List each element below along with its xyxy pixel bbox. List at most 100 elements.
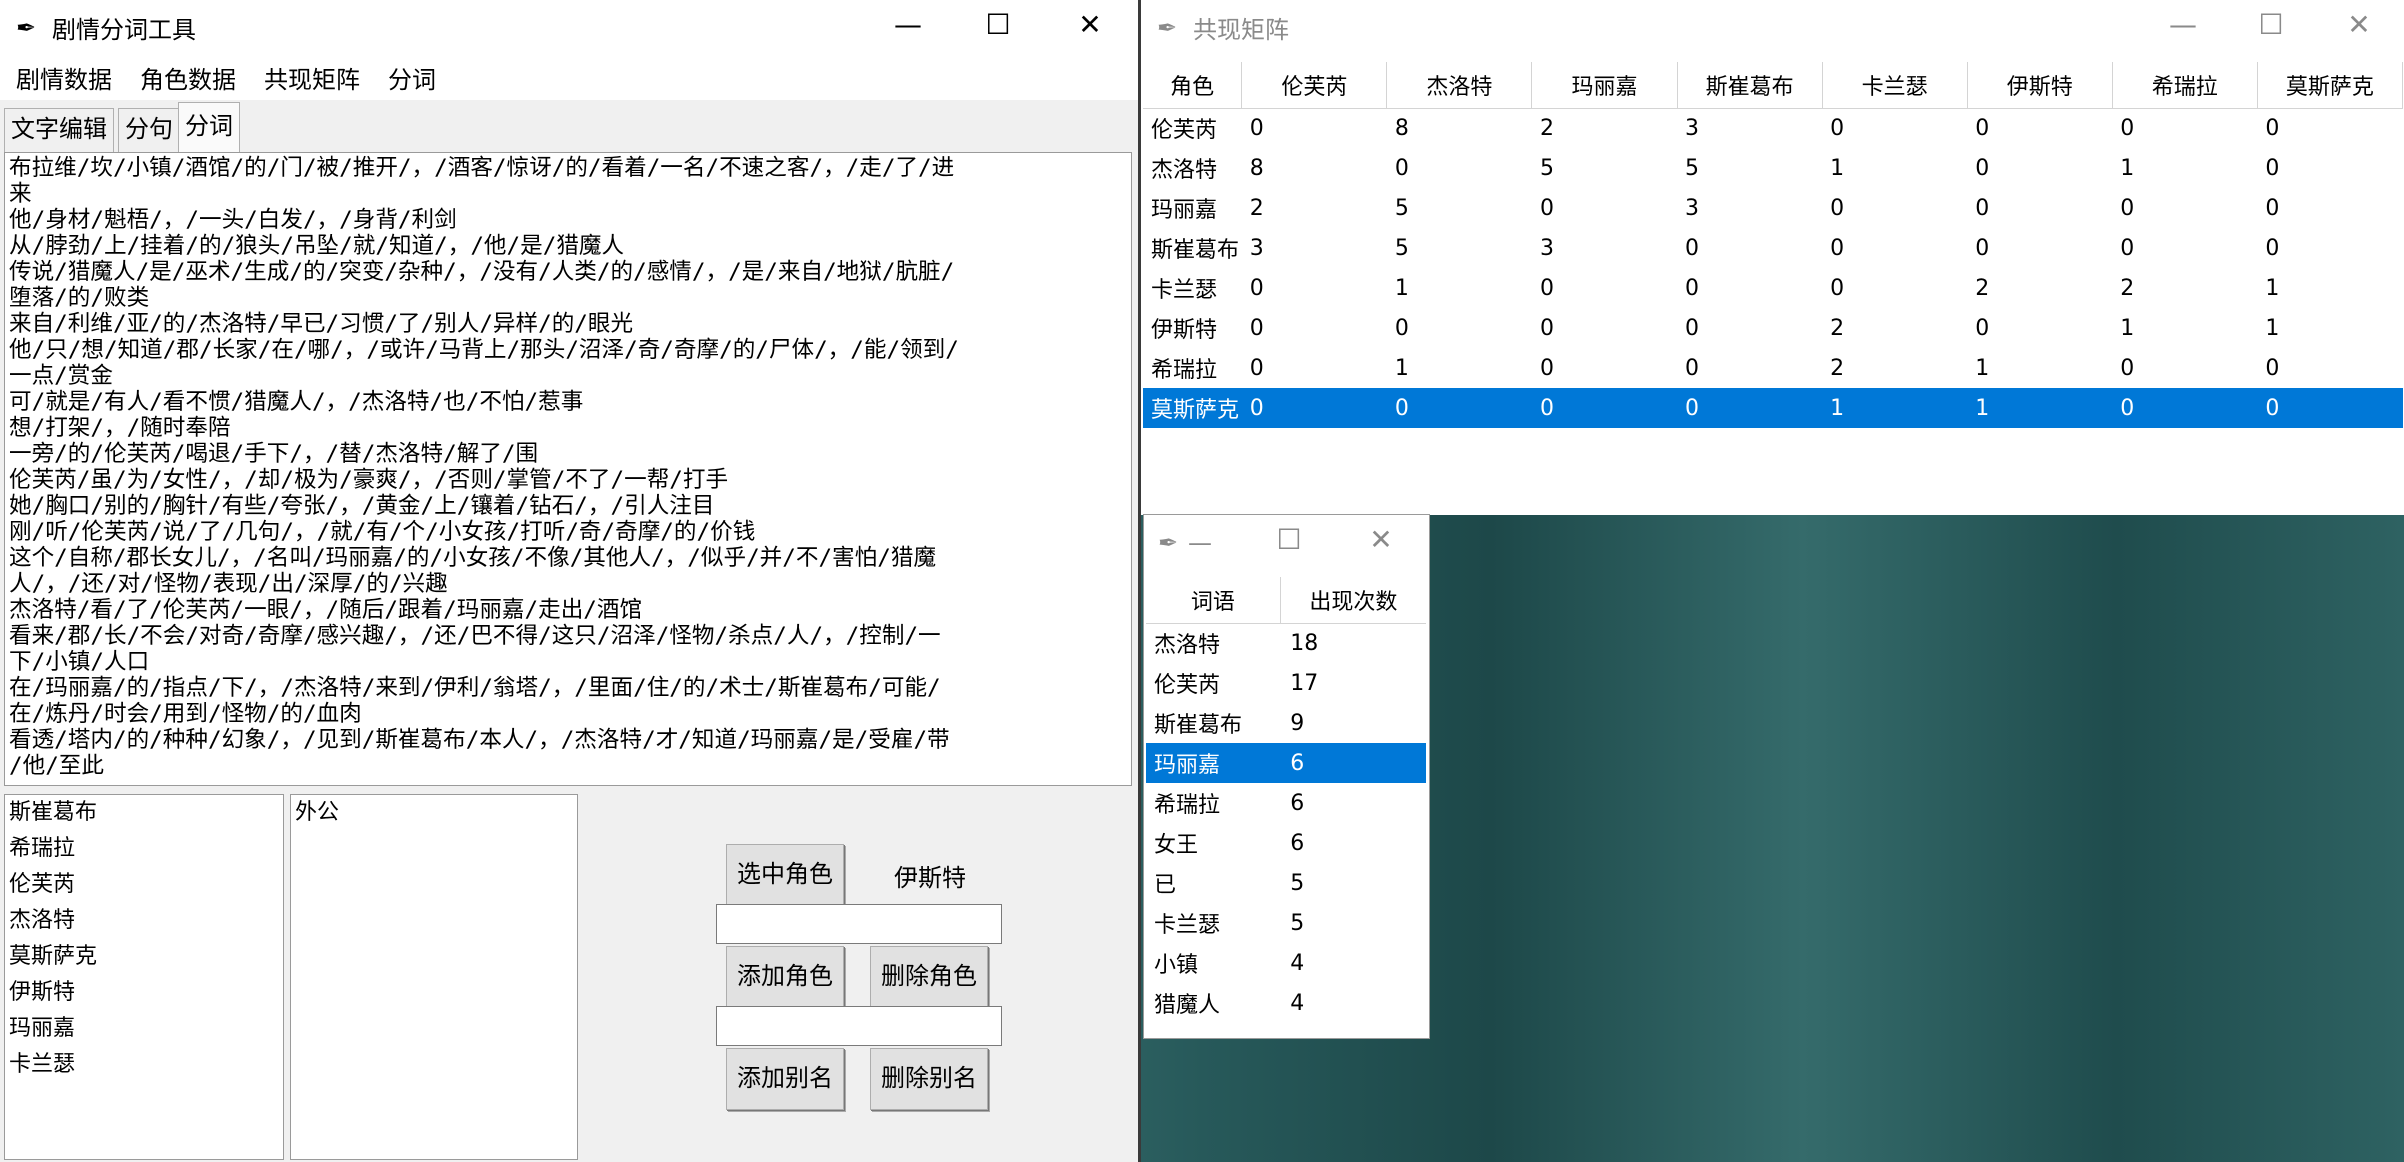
cooccurrence-cell: 0 (1249, 115, 1264, 141)
cooccurrence-cell: 0 (1394, 315, 1409, 341)
cooccurrence-cell: 2 (1830, 315, 1845, 341)
role-list-item[interactable]: 卡兰瑟 (5, 1047, 283, 1083)
column-header-count[interactable]: 出现次数 (1280, 577, 1426, 624)
table-row[interactable]: 卡兰瑟 5 (1146, 903, 1426, 943)
main-window-title: 剧情分词工具 (52, 16, 196, 44)
column-header[interactable]: 希瑞拉 (2112, 62, 2258, 109)
role-list-item[interactable]: 莫斯萨克 (5, 939, 283, 975)
role-list-item[interactable]: 玛丽嘉 (5, 1011, 283, 1047)
count-cell: 6 (1290, 830, 1305, 856)
menu-segment[interactable]: 分词 (388, 64, 436, 96)
role-listbox[interactable]: 斯崔葛布 希瑞拉 伦芙芮 杰洛特 莫斯萨克 伊斯特 玛丽嘉 卡兰瑟 (4, 794, 284, 1160)
maximize-icon[interactable]: ☐ (952, 8, 1044, 41)
column-header-word[interactable]: 词语 (1146, 577, 1281, 624)
text-line: 伦芙芮/虽/为/女性/，/却/极为/豪爽/，/否则/掌管/不了/一帮/打手 (9, 467, 729, 493)
tab-text-edit[interactable]: 文字编辑 (4, 108, 114, 152)
segmented-text-area[interactable]: 布拉维/坎/小镇/酒馆/的/门/被/推开/，/酒客/惊讶/的/看着/一名/不速之… (4, 152, 1132, 786)
freq-titlebar[interactable]: ✒ — ☐ ✕ (1144, 515, 1429, 573)
column-header[interactable]: 玛丽嘉 (1531, 62, 1678, 109)
table-row[interactable]: 伊斯特 0 0 0 0 2 0 1 1 (1143, 308, 2403, 348)
matrix-titlebar[interactable]: ✒ 共现矩阵 — ☐ ✕ (1141, 0, 2404, 60)
table-row[interactable]: 斯崔葛布 9 (1146, 703, 1426, 743)
role-list-item[interactable]: 伦芙芮 (5, 867, 283, 903)
delete-role-button[interactable]: 删除角色 (870, 946, 988, 1008)
delete-alias-button[interactable]: 删除别名 (870, 1048, 988, 1110)
table-row[interactable]: 杰洛特 8 0 5 5 1 0 1 0 (1143, 148, 2403, 188)
tab-word-segment[interactable]: 分词 (178, 102, 240, 152)
cooccurrence-cell: 0 (1241, 388, 1387, 428)
cooccurrence-cell: 1 (2120, 155, 2135, 181)
table-row[interactable]: 女王 6 (1146, 823, 1426, 863)
minimize-icon[interactable]: — (862, 8, 954, 41)
minimize-icon[interactable]: — (2137, 8, 2229, 41)
cooccurrence-cell: 5 (1539, 155, 1554, 181)
close-icon[interactable]: ✕ (2313, 8, 2404, 41)
cooccurrence-cell: 0 (1975, 315, 1990, 341)
text-line: 下/小镇/人口 (9, 649, 150, 675)
add-role-button[interactable]: 添加角色 (726, 946, 844, 1008)
cooccurrence-cell: 0 (1539, 355, 1554, 381)
column-header-role[interactable]: 角色 (1143, 62, 1243, 109)
row-role-name: 玛丽嘉 (1151, 198, 1218, 223)
maximize-icon[interactable]: ☐ (1244, 523, 1334, 556)
cooccurrence-cell: 0 (1249, 355, 1264, 381)
role-list-item[interactable]: 斯崔葛布 (5, 795, 283, 831)
cooccurrence-cell: 0 (1830, 235, 1845, 261)
column-header[interactable]: 伊斯特 (1967, 62, 2113, 109)
table-row[interactable]: 杰洛特 18 (1146, 623, 1426, 663)
word-cell: 伦芙芮 (1154, 673, 1221, 698)
column-header[interactable]: 卡兰瑟 (1822, 62, 1968, 109)
menu-role-data[interactable]: 角色数据 (140, 64, 236, 96)
close-icon[interactable]: ✕ (1336, 523, 1426, 556)
close-icon[interactable]: ✕ (1044, 8, 1136, 41)
role-list-item[interactable]: 希瑞拉 (5, 831, 283, 867)
alias-listbox[interactable]: 外公 (290, 794, 578, 1160)
menu-cooccurrence[interactable]: 共现矩阵 (264, 64, 360, 96)
table-row[interactable]: 小镇 4 (1146, 943, 1426, 983)
cooccurrence-cell: 0 (1685, 355, 1700, 381)
cooccurrence-cell: 8 (1394, 115, 1409, 141)
cooccurrence-cell: 0 (1685, 235, 1700, 261)
table-row[interactable]: 玛丽嘉 2 5 0 3 0 0 0 0 (1143, 188, 2403, 228)
role-list-item[interactable]: 杰洛特 (5, 903, 283, 939)
table-row[interactable]: 伦芙芮 0 8 2 3 0 0 0 0 (1143, 108, 2403, 148)
role-list-item[interactable]: 伊斯特 (5, 975, 283, 1011)
cooccurrence-cell: 3 (1249, 235, 1264, 261)
role-name-entry[interactable] (716, 904, 1002, 944)
table-row[interactable]: 已5 (1146, 863, 1426, 903)
text-line: 一旁/的/伦芙芮/喝退/手下/，/替/杰洛特/解了/围 (9, 441, 539, 467)
maximize-icon[interactable]: ☐ (2225, 8, 2317, 41)
text-line: 他/身材/魁梧/，/一头/白发/，/身背/利剑 (9, 207, 457, 233)
cooccurrence-cell: 3 (1539, 235, 1554, 261)
column-header[interactable]: 斯崔葛布 (1677, 62, 1823, 109)
table-row[interactable]: 玛丽嘉 6 (1146, 743, 1426, 783)
text-line: 在/炼丹/时会/用到/怪物/的/血肉 (9, 701, 362, 727)
cooccurrence-cell: 2 (1539, 115, 1554, 141)
cooccurrence-cell: 0 (1685, 275, 1700, 301)
table-row[interactable]: 希瑞拉 0 1 0 0 2 1 0 0 (1143, 348, 2403, 388)
text-line: 可/就是/有人/看不惯/猎魔人/，/杰洛特/也/不怕/惹事 (9, 389, 584, 415)
menu-plot-data[interactable]: 剧情数据 (16, 64, 112, 96)
tab-sentence-split[interactable]: 分句 (118, 108, 180, 152)
column-header[interactable]: 莫斯萨克 (2257, 62, 2404, 109)
table-row[interactable]: 希瑞拉 6 (1146, 783, 1426, 823)
text-line: 刚/听/伦芙芮/说/了/几句/，/就/有/个/小女孩/打听/奇/奇摩/的/价钱 (9, 519, 756, 545)
cooccurrence-cell: 2 (1830, 355, 1845, 381)
column-header[interactable]: 杰洛特 (1386, 62, 1533, 109)
cooccurrence-cell: 0 (2120, 355, 2135, 381)
cooccurrence-cell: 0 (1531, 388, 1678, 428)
select-role-button[interactable]: 选中角色 (726, 844, 844, 906)
table-row[interactable]: 猎魔人 4 (1146, 983, 1426, 1023)
table-row[interactable]: 莫斯萨克 0 0 0 0 1 1 0 0 (1143, 388, 2403, 428)
alias-list-item[interactable]: 外公 (291, 795, 577, 831)
main-titlebar[interactable]: ✒ 剧情分词工具 — ☐ ✕ (0, 0, 1138, 60)
text-line: 看透/塔内/的/种种/幻象/，/见到/斯崔葛布/本人/，/杰洛特/才/知道/玛丽… (9, 727, 950, 753)
table-row[interactable]: 伦芙芮 17 (1146, 663, 1426, 703)
column-header[interactable]: 伦芙芮 (1241, 62, 1388, 109)
add-alias-button[interactable]: 添加别名 (726, 1048, 844, 1110)
table-row[interactable]: 斯崔葛布 3 5 3 0 0 0 0 0 (1143, 228, 2403, 268)
count-cell: 6 (1290, 790, 1305, 816)
text-line: 在/玛丽嘉/的/指点/下/，/杰洛特/来到/伊利/翁塔/，/里面/住/的/术士/… (9, 675, 941, 701)
alias-entry[interactable] (716, 1006, 1002, 1046)
table-row[interactable]: 卡兰瑟 0 1 0 0 0 2 2 1 (1143, 268, 2403, 308)
